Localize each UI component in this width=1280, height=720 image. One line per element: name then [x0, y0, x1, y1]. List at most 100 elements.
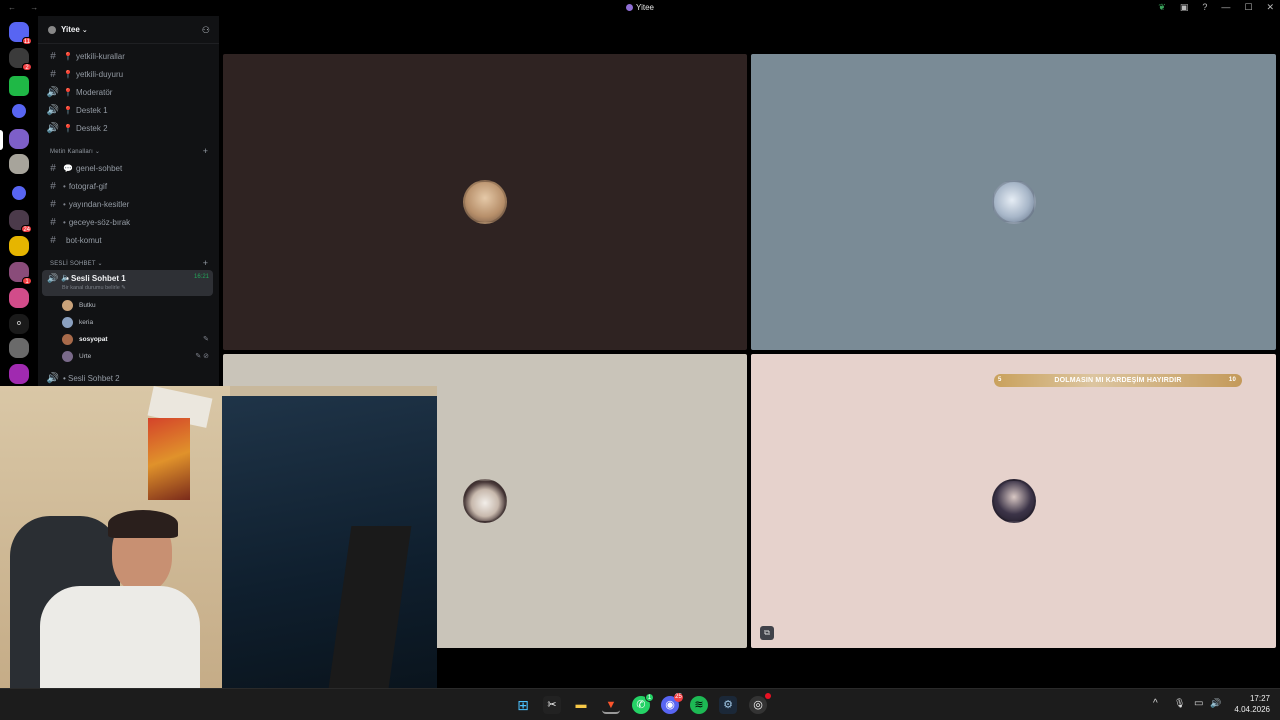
direct-messages-icon[interactable]: 11 [9, 22, 32, 45]
channel-item[interactable]: # • fotograf-gif [46, 178, 214, 194]
discord-icon[interactable]: ◉ 25 [661, 693, 683, 714]
server-icon[interactable]: 24 [9, 210, 32, 233]
guild-name: Yitee [61, 25, 80, 34]
whatsapp-badge: 1 [645, 693, 654, 702]
bullet-icon: • [63, 217, 66, 227]
participant-tile[interactable] [223, 54, 747, 350]
server-icon[interactable] [9, 154, 29, 174]
active-pill [0, 130, 3, 150]
category-voice-channels[interactable]: SESLİ SOHBET ⌄ [50, 260, 103, 267]
channel-name: Destek 2 [75, 123, 108, 133]
add-channel-icon[interactable]: + [203, 146, 208, 156]
server-icon[interactable] [9, 76, 29, 96]
server-icon[interactable]: o [9, 314, 29, 334]
person-shirt [40, 586, 200, 688]
guild-header[interactable]: Yitee ⌄ ⚇ [38, 16, 219, 44]
close-icon[interactable]: ✕ [1266, 2, 1274, 13]
server-icon [626, 4, 634, 11]
add-user-icon[interactable]: ⚇ [202, 25, 210, 36]
discord-badge: 25 [674, 693, 683, 702]
taskbar: ⊞ ✂ ▬ ▼ ✆ 1 ◉ 25 ≋ ⚙ ◎ ^ 🎙 ▭ 🔊 17:27 4.04.… [0, 688, 1280, 720]
server-icon[interactable]: 2 [9, 48, 32, 71]
server-icon[interactable] [9, 338, 29, 358]
server-icon[interactable]: 1 [9, 262, 32, 285]
window-title: Yitee [0, 3, 1280, 12]
channel-name: genel-sohbet [75, 163, 123, 173]
channel-item[interactable]: 🔊 📍 Moderatör [46, 84, 214, 100]
unread-badge: 1 [22, 277, 32, 285]
capcut-icon[interactable]: ✂ [543, 696, 561, 714]
obs-glyph: ◎ [753, 699, 763, 711]
pin-icon: 📍 [63, 69, 73, 79]
server-icon[interactable] [9, 364, 29, 384]
popout-icon[interactable]: ⧉ [760, 626, 774, 640]
clock[interactable]: 17:27 4.04.2026 [1234, 693, 1270, 715]
wall-painting [148, 418, 190, 500]
maximize-icon[interactable]: ☐ [1244, 2, 1252, 13]
channel-item[interactable]: # 📍 yetkili-duyuru [46, 66, 214, 82]
speaker-icon: 🔊 [46, 86, 60, 98]
channel-name: yayından-kesitler [68, 199, 130, 209]
file-explorer-icon[interactable]: ▬ [572, 696, 590, 714]
spotify-icon[interactable]: ≋ [690, 696, 708, 714]
voice-user-name: keria [79, 318, 94, 326]
pin-icon: 📍 [63, 87, 73, 97]
network-icon[interactable]: ▭ [1194, 698, 1203, 709]
server-icon[interactable] [9, 288, 29, 308]
channel-item[interactable]: 🔊 • Sesli Sohbet 2 [46, 370, 214, 386]
channel-item[interactable]: # 💬 genel-sohbet [46, 160, 214, 176]
voice-user[interactable]: Butku [62, 297, 212, 313]
voice-user[interactable]: Urte ✎ ⊘ [62, 348, 212, 364]
avatar [991, 479, 1036, 523]
channel-name: Destek 1 [75, 105, 108, 115]
participant-tile[interactable]: 5 DOLMASIN MI KARDEŞİM HAYIRDIR 10 ⧉ [751, 354, 1276, 648]
voice-user[interactable]: sosyopat ✎ [62, 331, 212, 347]
channel-item[interactable]: 🔊 📍 Destek 2 [46, 120, 214, 136]
folder-icon[interactable] [12, 104, 26, 118]
microphone-icon[interactable]: 🎙 [1174, 698, 1185, 709]
channel-item[interactable]: # 📍 yetkili-kurallar [46, 48, 214, 64]
voice-user[interactable]: keria [62, 314, 212, 330]
inbox-icon[interactable]: ▣ [1180, 2, 1189, 13]
server-icon[interactable] [9, 129, 29, 149]
windows-start-icon[interactable]: ⊞ [514, 696, 532, 714]
participant-tile[interactable] [751, 54, 1276, 350]
channel-name: yetkili-duyuru [75, 69, 124, 79]
hashtag-icon: # [50, 68, 56, 80]
whatsapp-icon[interactable]: ✆ 1 [632, 693, 654, 714]
leaf-icon[interactable]: ❦ [1158, 2, 1166, 13]
clock-date: 4.04.2026 [1234, 705, 1270, 714]
chevron-up-icon[interactable]: ^ [1153, 698, 1158, 709]
guild-icon [48, 25, 56, 34]
add-channel-icon[interactable]: + [203, 258, 208, 268]
chevron-down-icon: ⌄ [81, 26, 88, 34]
obs-icon[interactable]: ◎ [749, 693, 771, 714]
hashtag-icon: # [50, 216, 56, 228]
channel-item[interactable]: # bot-komut [46, 232, 214, 248]
voice-channel-name: • Sesli Sohbet 1 [66, 274, 126, 283]
speech-icon: 💬 [63, 163, 73, 173]
folder-icon[interactable] [12, 186, 26, 200]
active-voice-channel[interactable]: 🔊 🔈 • Sesli Sohbet 1 16:21 Bir kanal dur… [42, 270, 213, 296]
server-icon[interactable] [9, 236, 29, 256]
channel-item[interactable]: # • yayından-kesitler [46, 196, 214, 212]
avatar [991, 180, 1036, 224]
avatar [62, 350, 73, 362]
category-text-channels[interactable]: Metin Kanalları ⌄ [50, 148, 100, 155]
webcam-overlay [0, 386, 437, 688]
brave-icon[interactable]: ▼ [602, 696, 620, 714]
pin-icon: 📍 [63, 123, 73, 133]
minimize-icon[interactable]: — [1221, 2, 1230, 13]
help-icon[interactable]: ? [1202, 2, 1207, 13]
banner-text: DOLMASIN MI KARDEŞİM HAYIRDIR [1054, 377, 1182, 384]
avatar [463, 180, 507, 224]
channel-item[interactable]: 🔊 📍 Destek 1 [46, 102, 214, 118]
server-rail: 11 2 24 1 o [0, 16, 38, 388]
channel-name: geceye-söz-bırak [68, 217, 131, 227]
channel-item[interactable]: # • geceye-söz-bırak [46, 214, 214, 230]
channel-status[interactable]: Bir kanal durumu belirle ✎ [62, 285, 126, 291]
steam-icon[interactable]: ⚙ [719, 696, 737, 714]
deafened-icon: ✎ ⊘ [195, 353, 209, 360]
volume-icon[interactable]: 🔊 [1210, 698, 1221, 709]
recording-dot [765, 693, 771, 699]
